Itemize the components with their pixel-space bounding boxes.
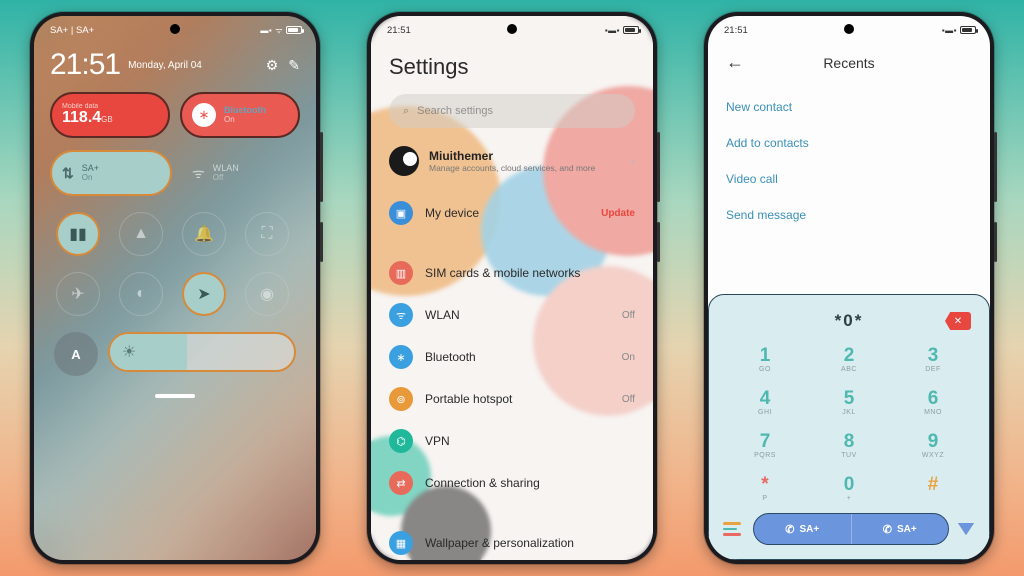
flashlight-tile[interactable]: ▲	[119, 212, 163, 256]
settings-row-sim-cards-mobile-networks[interactable]: ▥SIM cards & mobile networks	[389, 252, 635, 294]
key-hash[interactable]: #	[891, 470, 975, 507]
search-placeholder: Search settings	[417, 105, 493, 117]
wifi-icon: ᯤ	[275, 25, 283, 36]
phone-dialer: 21:51 ▪▬▪ ← Recents New contactAdd to co…	[704, 12, 994, 564]
row-icon: ∗	[389, 345, 413, 369]
settings-row-connection-sharing[interactable]: ⇄Connection & sharing	[389, 462, 635, 504]
settings-row-vpn[interactable]: ⌬VPN	[389, 420, 635, 462]
phone-settings: 21:51 ▪▬▪ Settings ⌕ Search settings Miu…	[367, 12, 657, 564]
battery-icon	[960, 26, 976, 34]
brightness-slider[interactable]: ☀	[108, 332, 296, 372]
dialer-menu-button[interactable]	[723, 522, 745, 536]
collapse-pad-button[interactable]	[958, 523, 974, 535]
key-7[interactable]: 7PQRS	[723, 427, 807, 464]
wlan-toggle[interactable]: ᯤ WLANOff	[182, 150, 300, 196]
sim-toggle[interactable]: ⇅ SA+On	[50, 150, 172, 196]
backspace-button[interactable]: ✕	[945, 312, 971, 330]
avatar	[389, 146, 419, 176]
status-time: 21:51	[724, 25, 748, 36]
search-settings-input[interactable]: ⌕ Search settings	[389, 94, 635, 128]
row-icon: ▣	[389, 201, 413, 225]
sim-swap-icon: ⇅	[62, 165, 74, 182]
key-6[interactable]: 6MNO	[891, 384, 975, 421]
carrier-label: SA+ | SA+	[50, 25, 94, 36]
dial-pad: *0* ✕ 1GO2ABC3DEF 4GHI5JKL6MNO 7PQRS8TUV9W…	[708, 294, 990, 560]
bluetooth-icon: ∗	[192, 103, 216, 127]
vibrate-tile[interactable]: ▮▮	[56, 212, 100, 256]
dnd-tile[interactable]: 🔔	[182, 212, 226, 256]
key-2[interactable]: 2ABC	[807, 341, 891, 378]
phone-icon: ✆	[883, 523, 892, 536]
status-time: 21:51	[387, 25, 411, 36]
mobile-data-toggle[interactable]: Mobile data 118.4GB	[50, 92, 170, 138]
row-icon: ⌬	[389, 429, 413, 453]
settings-row-bluetooth[interactable]: ∗BluetoothOn	[389, 336, 635, 378]
settings-row-wlan[interactable]: ᯤWLANOff	[389, 294, 635, 336]
key-5[interactable]: 5JKL	[807, 384, 891, 421]
account-name: Miuithemer	[429, 149, 620, 163]
row-icon: ⇄	[389, 471, 413, 495]
menu-video-call[interactable]: Video call	[726, 161, 972, 197]
row-icon: ᯤ	[389, 303, 413, 327]
battery-icon	[286, 26, 302, 34]
call-sim1-button[interactable]: ✆SA+	[754, 514, 852, 544]
menu-new-contact[interactable]: New contact	[726, 89, 972, 125]
auto-brightness-button[interactable]: A	[54, 332, 98, 376]
bluetooth-toggle[interactable]: ∗ BluetoothOn	[180, 92, 300, 138]
brightness-icon: ☀	[122, 342, 136, 362]
account-desc: Manage accounts, cloud services, and mor…	[429, 163, 620, 173]
chevron-right-icon: ›	[630, 153, 635, 169]
account-row[interactable]: Miuithemer Manage accounts, cloud servic…	[389, 142, 635, 192]
menu-send-message[interactable]: Send message	[726, 197, 972, 233]
wifi-icon: ᯤ	[192, 164, 205, 183]
showcase-stage: SA+ | SA+ ▬▪ ᯤ 21:51 Monday, April 04 ⚙ …	[0, 0, 1024, 576]
key-3[interactable]: 3DEF	[891, 341, 975, 378]
key-4[interactable]: 4GHI	[723, 384, 807, 421]
page-title: Settings	[389, 54, 635, 80]
settings-gear-icon[interactable]: ⚙	[266, 57, 279, 74]
airplane-tile[interactable]: ✈	[56, 272, 100, 316]
key-1[interactable]: 1GO	[723, 341, 807, 378]
call-sim2-button[interactable]: ✆SA+	[852, 514, 949, 544]
row-icon: ⊚	[389, 387, 413, 411]
search-icon: ⌕	[403, 105, 409, 118]
camera-punch-hole	[844, 24, 854, 34]
phone-icon: ✆	[785, 523, 794, 536]
date-label: Monday, April 04	[128, 60, 202, 71]
signal-icon: ▪▬▪	[942, 26, 957, 35]
drag-handle[interactable]	[155, 394, 195, 398]
screenshot-tile[interactable]: ⛶	[245, 212, 289, 256]
clock: 21:51	[50, 48, 120, 82]
edit-icon[interactable]: ✎	[288, 57, 300, 74]
key-0[interactable]: 0+	[807, 470, 891, 507]
phone-control-center: SA+ | SA+ ▬▪ ᯤ 21:51 Monday, April 04 ⚙ …	[30, 12, 320, 564]
location-tile[interactable]: ➤	[182, 272, 226, 316]
settings-row-portable-hotspot[interactable]: ⊚Portable hotspotOff	[389, 378, 635, 420]
camera-punch-hole	[170, 24, 180, 34]
row-icon: ▦	[389, 531, 413, 555]
camera-punch-hole	[507, 24, 517, 34]
signal-icon: ▬▪	[260, 26, 272, 35]
dark-mode-tile[interactable]: ◐	[119, 272, 163, 316]
key-8[interactable]: 8TUV	[807, 427, 891, 464]
settings-row-my-device[interactable]: ▣My deviceUpdate	[389, 192, 635, 234]
recents-title: Recents	[726, 55, 972, 71]
settings-row-wallpaper-personalization[interactable]: ▦Wallpaper & personalization	[389, 522, 635, 560]
key-star[interactable]: *P	[723, 470, 807, 507]
battery-icon	[623, 26, 639, 34]
menu-add-to-contacts[interactable]: Add to contacts	[726, 125, 972, 161]
key-9[interactable]: 9WXYZ	[891, 427, 975, 464]
signal-icon: ▪▬▪	[605, 26, 620, 35]
row-icon: ▥	[389, 261, 413, 285]
dialed-number: *0*	[835, 311, 864, 331]
eye-comfort-tile[interactable]: ◉	[245, 272, 289, 316]
